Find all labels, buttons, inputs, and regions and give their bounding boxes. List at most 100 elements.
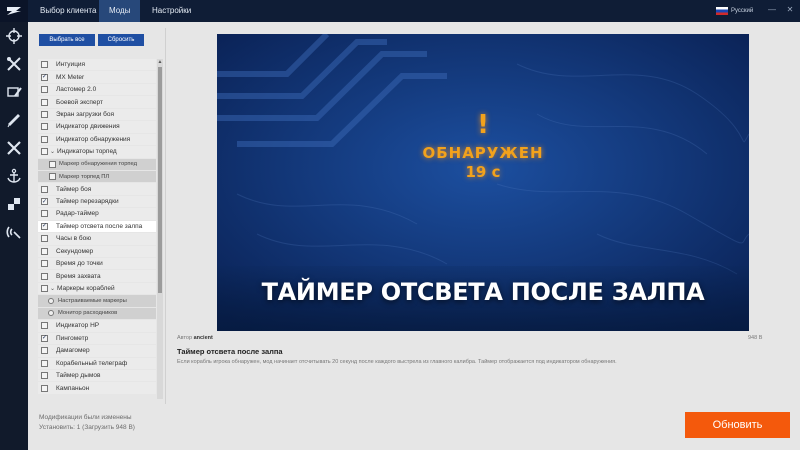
mod-checkbox[interactable] <box>41 86 48 94</box>
mod-item-label: Секундомер <box>56 247 94 255</box>
mod-item[interactable]: Пингометр <box>38 332 156 346</box>
logo-icon <box>7 7 21 15</box>
mod-checkbox[interactable] <box>49 160 56 168</box>
mod-item[interactable]: Время захвата <box>38 270 156 283</box>
mod-checkbox[interactable] <box>49 173 56 181</box>
mod-checkbox[interactable] <box>41 260 48 268</box>
mod-checkbox[interactable] <box>41 210 48 218</box>
mod-item[interactable]: Индикатор движения <box>38 121 156 134</box>
mod-item-label: MX Meter <box>56 73 85 81</box>
tab-settings[interactable]: Настройки <box>142 0 201 22</box>
mod-checkbox[interactable] <box>41 110 48 118</box>
mod-checkbox[interactable] <box>41 322 48 330</box>
crosshair-icon[interactable] <box>0 24 28 48</box>
mod-checkbox[interactable] <box>41 222 48 230</box>
mod-radio[interactable] <box>48 298 54 305</box>
changes-status: Модификации были изменены <box>39 414 132 421</box>
select-all-button[interactable]: Выбрать все <box>39 34 95 46</box>
update-button[interactable]: Обновить <box>685 412 790 438</box>
mod-item[interactable]: Кампаньон <box>38 382 156 395</box>
mod-checkbox[interactable] <box>41 135 48 143</box>
mod-radio[interactable] <box>48 310 54 317</box>
mod-checkbox[interactable] <box>41 272 48 280</box>
status-area: Модификации были изменены Установить: 1 … <box>39 413 135 433</box>
radar-icon[interactable] <box>0 220 28 244</box>
close-button[interactable]: ✕ <box>784 4 796 16</box>
mod-list-scrollbar[interactable]: ▲ <box>157 59 163 399</box>
scroll-up-icon[interactable]: ▲ <box>157 59 163 65</box>
mod-item[interactable]: MX Meter <box>38 71 156 84</box>
mod-item[interactable]: Радар-таймер <box>38 208 156 221</box>
mod-item[interactable]: Боевой эксперт <box>38 96 156 109</box>
mod-checkbox[interactable] <box>41 384 48 392</box>
mod-checkbox[interactable] <box>41 247 48 255</box>
mod-checkbox[interactable] <box>41 73 48 81</box>
mod-checkbox[interactable] <box>41 185 48 193</box>
scroll-thumb[interactable] <box>158 67 162 293</box>
mod-item[interactable]: Ластомер 2.0 <box>38 83 156 97</box>
reset-button[interactable]: Сбросить <box>98 34 144 46</box>
language-label: Русский <box>731 8 754 14</box>
tab-client-select[interactable]: Выбор клиента <box>30 0 106 22</box>
mod-item[interactable]: Таймер боя <box>38 183 156 196</box>
chevron-down-icon[interactable]: ⌄ <box>50 285 55 292</box>
mod-item-label: Радар-таймер <box>56 210 99 218</box>
mod-item[interactable]: Маркер торпед ПЛ <box>38 170 156 184</box>
mod-checkbox[interactable] <box>41 123 48 131</box>
mod-item[interactable]: Корабельный телеграф <box>38 357 156 370</box>
tools-icon[interactable] <box>0 52 28 76</box>
mod-item-label: Маркер торпед ПЛ <box>59 173 110 180</box>
mod-item-label: Экран загрузки боя <box>56 110 115 118</box>
mod-item-label: Время до точки <box>56 260 103 268</box>
crossed-swords-icon[interactable] <box>0 136 28 160</box>
mod-item[interactable]: Дамагомер <box>38 345 156 358</box>
mod-item[interactable]: Секундомер <box>38 245 156 258</box>
mod-item-label: Кампаньон <box>56 384 90 392</box>
mod-item[interactable]: Индикатор HP <box>38 320 156 333</box>
mod-checkbox[interactable] <box>41 148 48 156</box>
minimize-button[interactable]: — <box>766 4 778 16</box>
mod-checkbox[interactable] <box>41 235 48 243</box>
mod-item[interactable]: Монитор расходников <box>38 307 156 321</box>
mod-item-label: Боевой эксперт <box>56 98 103 106</box>
mod-checkbox[interactable] <box>41 98 48 106</box>
mod-item[interactable]: Индикатор обнаружения <box>38 133 156 147</box>
mod-checkbox[interactable] <box>41 61 48 69</box>
mod-checkbox[interactable] <box>41 334 48 342</box>
mod-item[interactable]: Экран загрузки боя <box>38 108 156 122</box>
mod-item[interactable]: Таймер отсвета после залпа <box>38 220 156 234</box>
mod-item[interactable]: Таймер дымов <box>38 369 156 383</box>
mod-checkbox[interactable] <box>41 372 48 380</box>
app-logo <box>0 0 28 22</box>
mod-item-label: Интуиция <box>56 61 86 69</box>
mod-checkbox[interactable] <box>41 285 48 293</box>
top-bar: Выбор клиента Моды Настройки Русский — ✕ <box>0 0 800 22</box>
mod-item[interactable]: Интуиция <box>38 59 156 72</box>
mod-checkbox[interactable] <box>41 198 48 206</box>
mod-item[interactable]: ⌄ Индикаторы торпед <box>38 146 156 159</box>
flag-edit-icon[interactable] <box>0 80 28 104</box>
mod-item-label: Индикатор HP <box>56 322 100 330</box>
mod-item[interactable]: Часы в бою <box>38 233 156 246</box>
mod-checkbox[interactable] <box>41 359 48 367</box>
author-label: Автор <box>177 335 193 341</box>
chevron-down-icon[interactable]: ⌄ <box>50 148 55 155</box>
mod-item-label: Индикатор движения <box>56 123 120 131</box>
detection-timer: 19 с <box>465 163 501 181</box>
mod-item-label: Таймер отсвета после залпа <box>56 222 143 230</box>
mod-item[interactable]: Маркер обнаружения торпед <box>38 158 156 171</box>
mod-item[interactable]: Таймер перезарядки <box>38 195 156 209</box>
mod-checkbox[interactable] <box>41 347 48 355</box>
mod-item[interactable]: Настраиваемые маркеры <box>38 295 156 308</box>
russian-flag-icon <box>716 7 728 15</box>
transfer-icon[interactable] <box>0 192 28 216</box>
mod-item-label: Таймер боя <box>56 185 92 193</box>
language-selector[interactable]: Русский <box>716 6 753 16</box>
tab-mods[interactable]: Моды <box>99 0 141 22</box>
anchor-icon[interactable] <box>0 164 28 188</box>
mod-item[interactable]: ⌄ Маркеры кораблей <box>38 282 156 296</box>
mod-item-label: Настраиваемые маркеры <box>58 298 127 305</box>
mod-item[interactable]: Время до точки <box>38 258 156 271</box>
mod-item-label: Корабельный телеграф <box>56 359 128 367</box>
ship-panel-icon[interactable] <box>0 108 28 132</box>
